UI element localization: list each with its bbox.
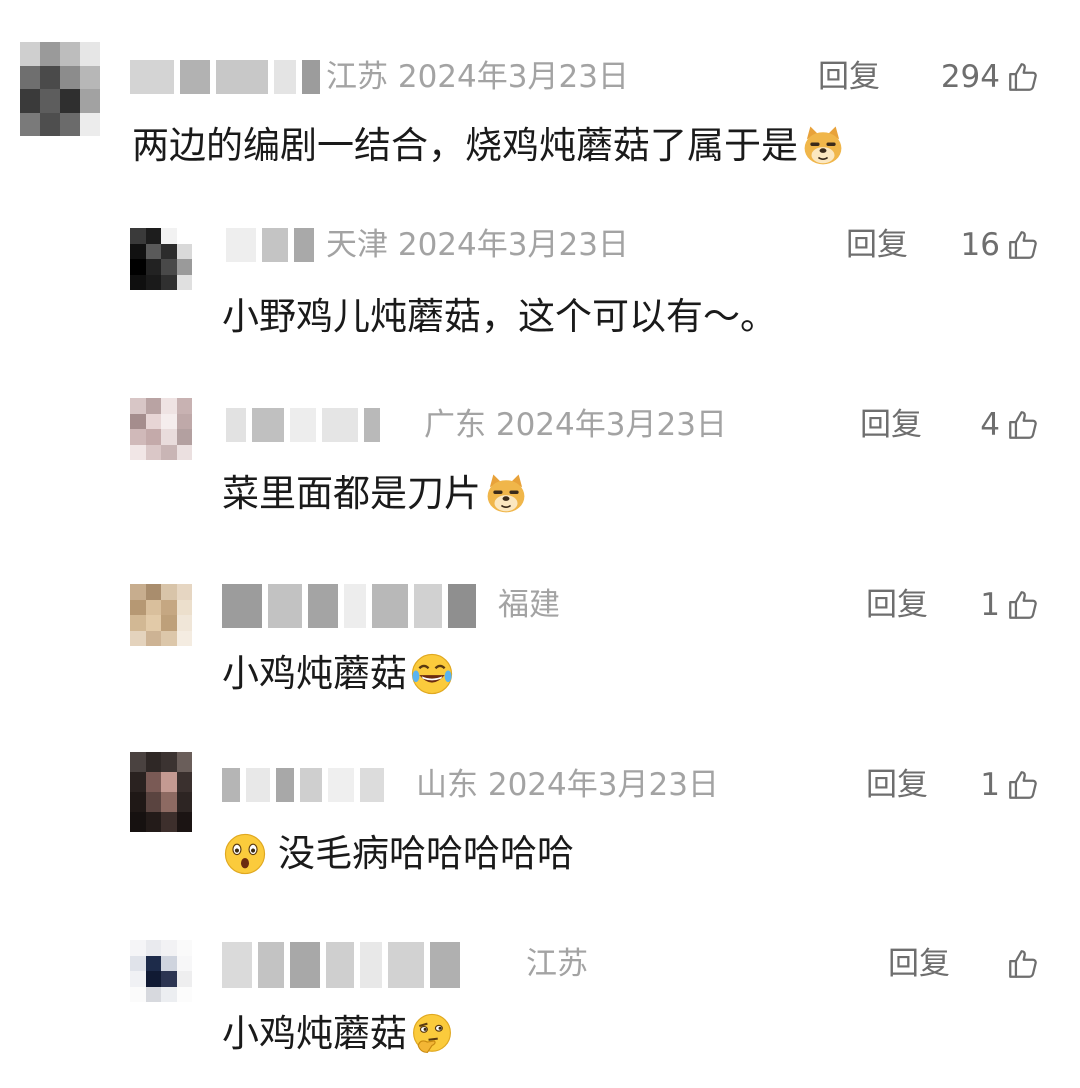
reply-button[interactable]: 回复 — [846, 225, 908, 265]
reply-item: 福建 回复 1 小鸡炖蘑菇 — [0, 540, 1080, 720]
like-count: 1 — [980, 767, 1000, 803]
avatar[interactable] — [130, 584, 192, 646]
thumbs-up-icon — [1009, 63, 1037, 91]
like-button[interactable]: 294 — [941, 57, 1040, 97]
comment-body: 两边的编剧一结合，烧鸡炖蘑菇了属于是 — [132, 124, 798, 167]
comment-meta: 天津 2024年3月23日 — [326, 225, 629, 265]
thumbs-up-icon — [1009, 950, 1037, 978]
comment-text: 菜里面都是刀片 — [222, 470, 529, 518]
comment-text: 小野鸡儿炖蘑菇，这个可以有～。 — [222, 293, 777, 341]
reply-button[interactable]: 回复 — [888, 944, 950, 984]
like-button[interactable]: 1 — [980, 765, 1040, 805]
avatar[interactable] — [130, 940, 192, 1002]
doge-emoji-icon — [804, 126, 842, 165]
date: 2024年3月23日 — [397, 59, 629, 95]
username[interactable] — [222, 768, 384, 802]
comment-body: 小野鸡儿炖蘑菇，这个可以有～。 — [222, 295, 777, 338]
laugh-cry-emoji-icon — [411, 653, 453, 695]
reply-item: 广东 2024年3月23日 回复 4 菜里面都是刀片 — [0, 360, 1080, 540]
doge-emoji-icon — [487, 474, 525, 513]
like-button[interactable] — [1000, 944, 1040, 984]
like-button[interactable]: 1 — [980, 585, 1040, 625]
avatar[interactable] — [20, 42, 100, 136]
reply-item: 江苏 回复 小鸡炖蘑菇 — [0, 900, 1080, 1088]
comment-body: 菜里面都是刀片 — [222, 472, 481, 515]
comment-meta: 山东 2024年3月23日 — [416, 765, 719, 805]
avatar[interactable] — [130, 398, 192, 460]
reply-button[interactable]: 回复 — [866, 585, 928, 625]
astonished-emoji-icon — [224, 833, 266, 875]
region: 广东 — [424, 407, 486, 443]
thinking-emoji-icon — [413, 1013, 451, 1053]
comment-meta: 福建 — [498, 585, 560, 625]
comment-text: 两边的编剧一结合，烧鸡炖蘑菇了属于是 — [132, 122, 846, 170]
comment-text: 没毛病哈哈哈哈哈 — [222, 830, 574, 878]
date: 2024年3月23日 — [397, 227, 629, 263]
username[interactable] — [130, 60, 320, 94]
reply-item: 山东 2024年3月23日 回复 1 没毛病哈哈哈哈哈 — [0, 720, 1080, 900]
like-count: 16 — [960, 227, 1000, 263]
username[interactable] — [222, 584, 476, 628]
reply-button[interactable]: 回复 — [866, 765, 928, 805]
like-count: 294 — [940, 59, 1000, 95]
thumbs-up-icon — [1009, 411, 1037, 439]
comment-item: 江苏 2024年3月23日 回复 294 两边的编剧一结合，烧鸡炖蘑菇了属于是 — [0, 0, 1080, 180]
like-button[interactable]: 16 — [961, 225, 1040, 265]
avatar[interactable] — [130, 228, 192, 290]
reply-button[interactable]: 回复 — [860, 405, 922, 445]
reply-button[interactable]: 回复 — [818, 57, 880, 97]
like-button[interactable]: 4 — [980, 405, 1040, 445]
date: 2024年3月23日 — [495, 407, 727, 443]
username[interactable] — [226, 408, 380, 442]
comment-body: 小鸡炖蘑菇 — [222, 1012, 407, 1055]
comment-body: 没毛病哈哈哈哈哈 — [278, 832, 574, 875]
username[interactable] — [226, 228, 314, 262]
region: 江苏 — [326, 59, 388, 95]
like-count: 1 — [980, 587, 1000, 623]
comment-text: 小鸡炖蘑菇 — [222, 1010, 455, 1058]
region: 福建 — [498, 587, 560, 623]
thumbs-up-icon — [1009, 771, 1037, 799]
region: 江苏 — [526, 946, 588, 982]
avatar[interactable] — [130, 752, 192, 832]
comment-meta: 广东 2024年3月23日 — [424, 405, 727, 445]
thumbs-up-icon — [1009, 231, 1037, 259]
username[interactable] — [222, 942, 460, 988]
comment-body: 小鸡炖蘑菇 — [222, 652, 407, 695]
comment-meta: 江苏 2024年3月23日 — [326, 57, 629, 97]
date: 2024年3月23日 — [487, 767, 719, 803]
region: 天津 — [326, 227, 388, 263]
comment-meta: 江苏 — [526, 944, 588, 984]
reply-item: 天津 2024年3月23日 回复 16 小野鸡儿炖蘑菇，这个可以有～。 — [0, 180, 1080, 360]
thumbs-up-icon — [1009, 591, 1037, 619]
region: 山东 — [416, 767, 478, 803]
like-count: 4 — [980, 407, 1000, 443]
comment-text: 小鸡炖蘑菇 — [222, 650, 455, 698]
